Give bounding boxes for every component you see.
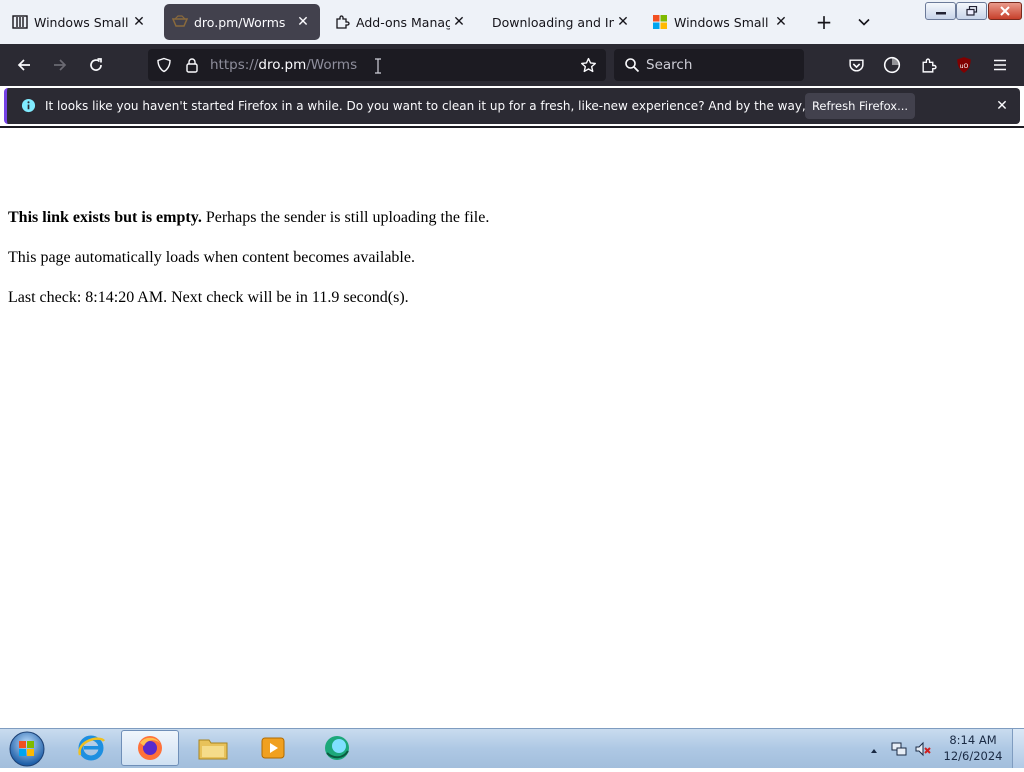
minimize-icon (935, 12, 946, 15)
last-check-status: Last check: 8:14:20 AM. Next check will … (8, 289, 409, 306)
forward-button[interactable] (48, 53, 72, 77)
pocket-icon (848, 58, 864, 72)
tab-close-icon[interactable]: ✕ (450, 13, 468, 31)
shield-icon[interactable] (156, 57, 172, 77)
ublock-origin-button[interactable]: uO (952, 53, 976, 77)
hamburger-menu-icon (994, 59, 1006, 71)
auto-load-note: This page automatically loads when conte… (8, 249, 415, 266)
tab-close-icon[interactable]: ✕ (772, 13, 790, 31)
volume-tray-icon[interactable] (914, 740, 932, 758)
extensions-button[interactable] (916, 53, 940, 77)
refresh-firefox-button[interactable]: Refresh Firefox... (805, 93, 915, 119)
network-tray-icon[interactable] (890, 740, 908, 758)
globe-app-icon (325, 736, 349, 760)
puzzle-icon (334, 14, 350, 30)
puzzle-icon (921, 58, 937, 73)
media-player-icon (261, 737, 285, 759)
restore-button[interactable] (956, 2, 987, 20)
taskbar-firefox[interactable] (121, 730, 179, 766)
page-content: This link exists but is empty. Perhaps t… (8, 208, 489, 308)
search-icon (624, 57, 640, 77)
tab-windows-small-business-1[interactable]: Windows Small Bus ✕ (4, 4, 156, 40)
minimize-button[interactable] (925, 2, 956, 20)
folder-icon (198, 739, 228, 760)
taskbar-media-player[interactable] (244, 730, 302, 766)
windows-orb-icon (9, 731, 45, 767)
reload-icon (90, 58, 102, 71)
tab-strip: Windows Small Bus ✕ dro.pm/Worms ✕ Add-o… (0, 0, 1024, 44)
system-clock[interactable]: 8:14 AM 12/6/2024 (940, 732, 1006, 764)
windows-logo-icon (652, 14, 668, 30)
tab-label: Windows Small Bus (674, 14, 772, 30)
tab-add-ons-manager[interactable]: Add-ons Manager ✕ (326, 4, 476, 40)
restore-icon (965, 6, 977, 16)
tab-windows-small-business-2[interactable]: Windows Small Bus ✕ (644, 4, 798, 40)
tab-label: Add-ons Manager (356, 14, 450, 30)
url-bar[interactable]: https://dro.pm/Worms (148, 49, 606, 81)
tab-close-icon[interactable]: ✕ (130, 13, 148, 31)
ublock-origin-icon: uO (957, 57, 971, 73)
internet-explorer-icon (78, 735, 106, 761)
columns-icon (12, 14, 28, 30)
clock-time: 8:14 AM (949, 733, 997, 747)
search-input[interactable]: Search (646, 57, 692, 73)
tab-close-icon[interactable]: ✕ (294, 13, 312, 31)
tab-close-icon[interactable]: ✕ (614, 13, 632, 31)
close-window-button[interactable] (988, 2, 1022, 20)
tab-label: Windows Small Bus (34, 14, 130, 30)
empty-link-heading: This link exists but is empty. (8, 209, 202, 226)
speaker-muted-icon (915, 741, 931, 757)
tab-dro-pm-worms[interactable]: dro.pm/Worms ✕ (164, 4, 320, 40)
svg-text:uO: uO (960, 63, 969, 70)
taskbar-internet-explorer[interactable] (62, 730, 120, 766)
list-all-tabs-button[interactable] (852, 10, 876, 34)
pocket-button[interactable] (844, 53, 868, 77)
forward-arrow-icon (54, 59, 67, 71)
show-hidden-icons-button[interactable] (868, 742, 880, 754)
taskbar-app-green[interactable] (308, 730, 366, 766)
lock-icon[interactable] (184, 57, 200, 77)
notification-bar: It looks like you haven't started Firefo… (4, 88, 1020, 124)
start-button[interactable] (8, 730, 46, 768)
back-arrow-icon (17, 59, 30, 71)
close-icon (1000, 6, 1010, 16)
tab-downloading-and-installing[interactable]: Downloading and Insta ✕ (484, 4, 640, 40)
bookmark-star-icon[interactable] (580, 57, 597, 78)
toolbar-divider (0, 126, 1024, 128)
chevron-up-icon (871, 749, 877, 753)
notification-message: It looks like you haven't started Firefo… (45, 99, 901, 113)
search-bar[interactable]: Search (614, 49, 804, 81)
url-scheme: https:// (210, 57, 259, 73)
uploading-note: Perhaps the sender is still uploading th… (201, 209, 490, 226)
firefox-icon (138, 736, 162, 760)
back-button[interactable] (12, 53, 36, 77)
network-icon (891, 742, 907, 756)
taskbar: 8:14 AM 12/6/2024 (0, 728, 1024, 768)
navigation-toolbar: https://dro.pm/Worms Search uO (0, 44, 1024, 86)
show-desktop-button[interactable] (1012, 729, 1024, 768)
reload-button[interactable] (84, 53, 108, 77)
chevron-down-icon (858, 18, 870, 26)
clock-date: 12/6/2024 (943, 749, 1003, 763)
text-cursor-icon (374, 58, 382, 78)
info-icon (21, 98, 36, 117)
url-text[interactable]: https://dro.pm/Worms (210, 57, 357, 73)
empty-link-message: This link exists but is empty. Perhaps t… (8, 208, 489, 228)
url-host: dro.pm (258, 57, 307, 73)
droppm-icon (172, 14, 188, 30)
url-path: /Worms (306, 57, 358, 73)
taskbar-file-explorer[interactable] (184, 730, 242, 766)
close-icon[interactable]: ✕ (993, 97, 1011, 115)
sync-circle-icon (883, 56, 901, 74)
tab-label: Downloading and Insta (492, 14, 614, 30)
firefox-account-button[interactable] (880, 53, 904, 77)
tab-label: dro.pm/Worms (194, 14, 286, 30)
new-tab-button[interactable]: + (812, 10, 836, 34)
app-menu-button[interactable] (988, 53, 1012, 77)
